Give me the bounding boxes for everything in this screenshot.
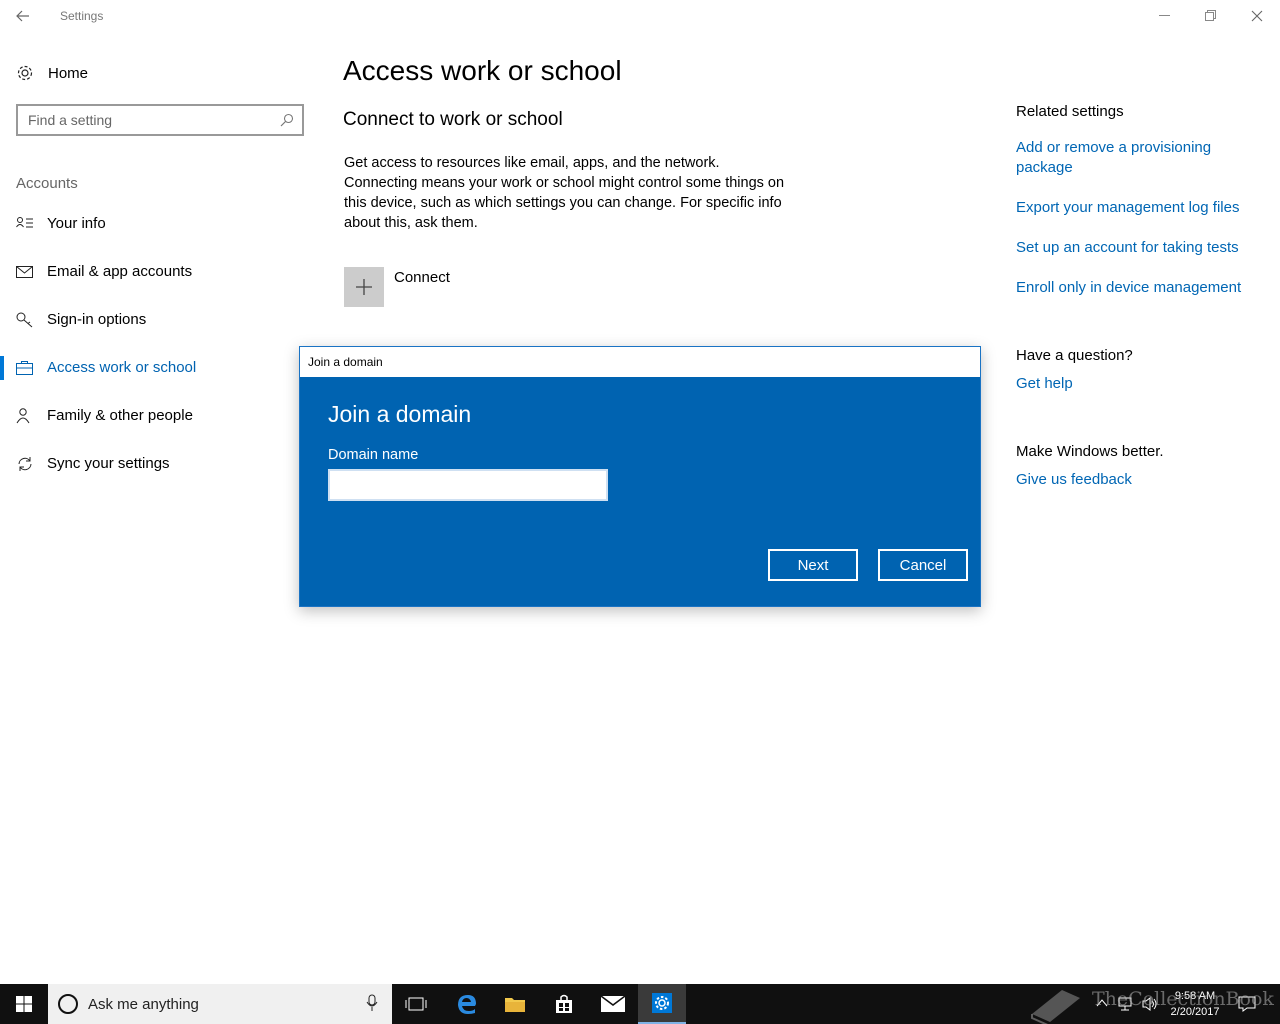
sidebar-item-sign-in-options[interactable]: Sign-in options: [0, 300, 320, 340]
back-button[interactable]: [10, 4, 36, 28]
task-view-button[interactable]: [392, 984, 440, 1024]
dialog-title-bar: Join a domain: [300, 347, 980, 377]
dialog-heading: Join a domain: [328, 401, 472, 427]
task-view-icon: [405, 997, 427, 1011]
folder-icon: [505, 998, 525, 1012]
briefcase-icon: [16, 361, 33, 375]
settings-app-button[interactable]: [638, 984, 686, 1024]
get-help-link[interactable]: Get help: [1016, 374, 1266, 394]
start-button[interactable]: [0, 984, 48, 1024]
sidebar-item-family-other-people[interactable]: Family & other people: [0, 396, 320, 436]
sidebar-item-label: Sync your settings: [47, 455, 170, 472]
accounts-section-label: Accounts: [16, 175, 78, 192]
find-setting-search[interactable]: Find a setting: [16, 104, 304, 136]
cortana-placeholder: Ask me anything: [88, 996, 199, 1013]
link-export-log-files[interactable]: Export your management log files: [1016, 198, 1266, 218]
cortana-search-box[interactable]: Ask me anything: [48, 984, 392, 1024]
minimize-icon: [1159, 15, 1170, 16]
connect-description: Get access to resources like email, apps…: [344, 155, 785, 231]
sidebar-item-label: Family & other people: [47, 407, 193, 424]
mail-icon: [16, 266, 33, 278]
dialog-window-title: Join a domain: [308, 355, 383, 369]
search-icon[interactable]: [280, 113, 294, 132]
sidebar-item-sync-settings[interactable]: Sync your settings: [0, 444, 320, 484]
connect-label[interactable]: Connect: [394, 269, 450, 286]
sidebar-item-label: Email & app accounts: [47, 263, 193, 280]
sidebar-item-label: Your info: [47, 215, 106, 232]
close-button[interactable]: [1234, 0, 1280, 32]
window-title: Settings: [60, 9, 104, 23]
link-taking-tests[interactable]: Set up an account for taking tests: [1016, 238, 1266, 258]
store-icon: [556, 994, 572, 1013]
microphone-icon[interactable]: [366, 994, 378, 1012]
link-device-management[interactable]: Enroll only in device management: [1016, 278, 1266, 298]
related-settings-heading: Related settings: [1016, 103, 1124, 120]
sidebar-item-label: Sign-in options: [47, 311, 147, 328]
edge-icon: [458, 995, 476, 1014]
back-arrow-icon: [16, 10, 29, 22]
section-title: Connect to work or school: [343, 109, 563, 130]
nav-home-label: Home: [48, 64, 89, 82]
file-explorer-button[interactable]: [491, 984, 539, 1024]
watermark-text: TheCollectionBook: [1092, 988, 1274, 1010]
domain-name-label: Domain name: [328, 447, 419, 463]
edge-browser-button[interactable]: [443, 984, 491, 1024]
question-heading: Have a question?: [1016, 347, 1133, 364]
windows-logo-icon: [16, 996, 32, 1012]
taskbar: Ask me anything 9:58 AM 2/20/2017: [0, 984, 1280, 1024]
windows-better-heading: Make Windows better.: [1016, 443, 1164, 460]
sidebar-item-label: Access work or school: [47, 359, 197, 376]
restore-button[interactable]: [1188, 0, 1234, 32]
close-icon: [1251, 10, 1263, 22]
settings-window: Settings Home Find a setting Accounts Yo…: [0, 0, 1280, 984]
mail-icon: [601, 996, 625, 1012]
sidebar-item-access-work-school[interactable]: Access work or school: [0, 348, 320, 388]
mail-app-button[interactable]: [589, 984, 637, 1024]
feedback-link[interactable]: Give us feedback: [1016, 470, 1266, 490]
title-bar: Settings: [0, 0, 1280, 32]
page-title: Access work or school: [343, 55, 622, 86]
cancel-button[interactable]: Cancel: [878, 549, 968, 581]
key-icon: [16, 312, 33, 328]
store-button[interactable]: [540, 984, 588, 1024]
plus-icon: [356, 279, 372, 295]
person-card-icon: [16, 217, 33, 228]
search-placeholder: Find a setting: [28, 112, 113, 128]
gear-icon: [652, 993, 672, 1013]
book-watermark-icon: [1031, 990, 1080, 1024]
nav-home[interactable]: Home: [16, 60, 88, 86]
cortana-icon: [58, 994, 78, 1014]
connect-button[interactable]: [344, 267, 384, 307]
domain-name-input[interactable]: [328, 469, 608, 501]
join-domain-dialog: Join a domain Join a domain Domain name …: [299, 346, 981, 607]
gear-icon: [17, 65, 33, 81]
minimize-button[interactable]: [1142, 0, 1188, 32]
restore-icon: [1205, 10, 1216, 21]
sync-icon: [18, 457, 32, 471]
sidebar-item-email-app-accounts[interactable]: Email & app accounts: [0, 252, 320, 292]
person-add-icon: [16, 408, 30, 424]
sidebar-item-your-info[interactable]: Your info: [0, 204, 320, 244]
link-provisioning-package[interactable]: Add or remove a provisioning package: [1016, 138, 1266, 178]
next-button[interactable]: Next: [768, 549, 858, 581]
selection-indicator: [0, 356, 4, 380]
